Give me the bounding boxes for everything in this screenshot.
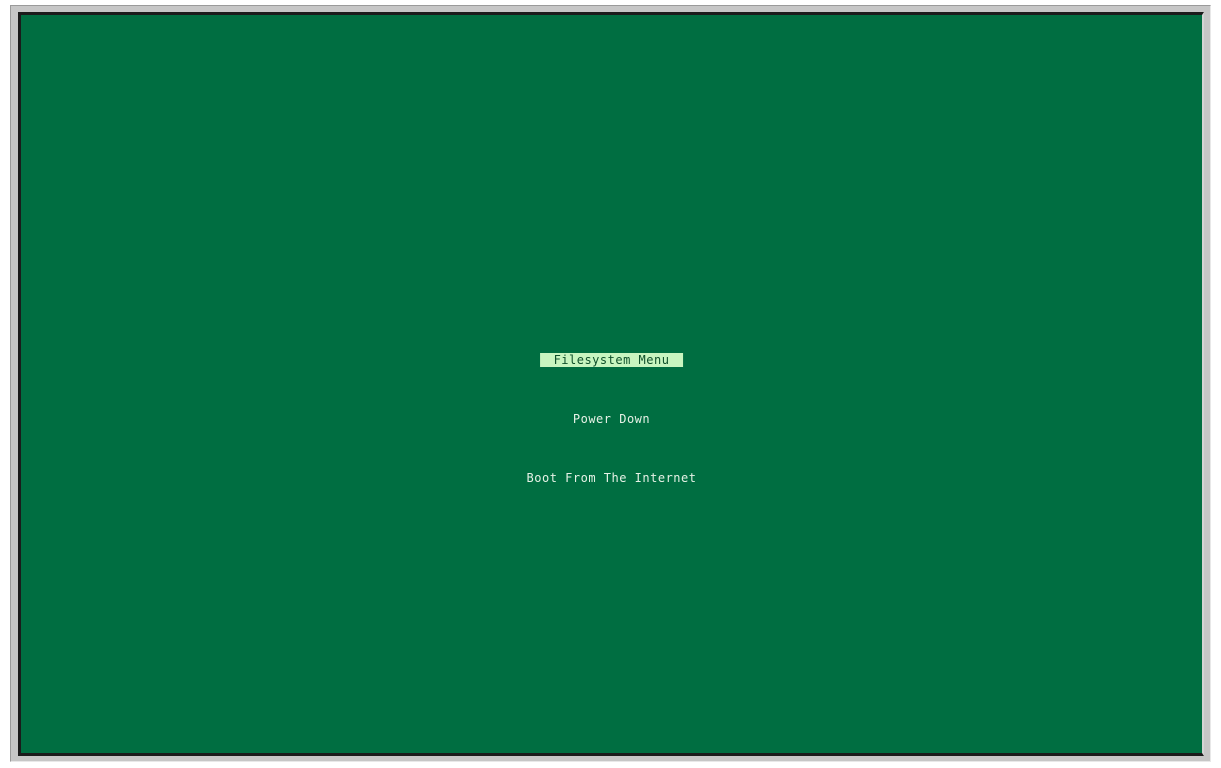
- menu-item-filesystem-menu[interactable]: Filesystem Menu: [539, 353, 684, 367]
- display-bezel: Filesystem Menu Power Down Boot From The…: [10, 5, 1211, 762]
- boot-menu: Filesystem Menu Power Down Boot From The…: [21, 15, 1202, 753]
- boot-screen: Filesystem Menu Power Down Boot From The…: [18, 12, 1204, 756]
- menu-item-boot-from-internet[interactable]: Boot From The Internet: [527, 471, 697, 485]
- menu-item-power-down[interactable]: Power Down: [573, 412, 650, 426]
